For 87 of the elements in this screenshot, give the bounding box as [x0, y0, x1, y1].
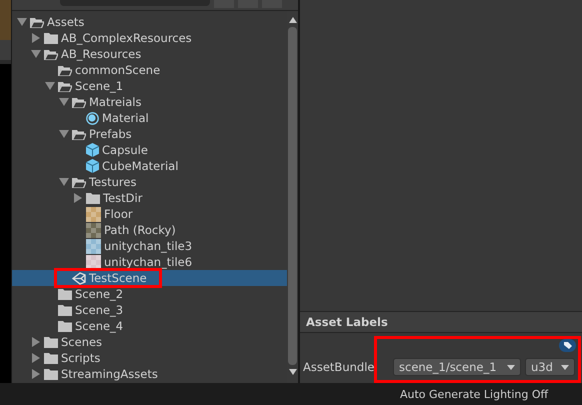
- caret-icon: [561, 364, 569, 370]
- folder-icon: [44, 48, 58, 60]
- collapsed-arrow-icon[interactable]: [74, 193, 82, 203]
- item-label: Matreials: [89, 95, 142, 109]
- folder-icon: [44, 352, 58, 364]
- item-label: StreamingAssets: [61, 367, 158, 381]
- tree-item[interactable]: TestScene: [12, 270, 287, 286]
- collapsed-arrow-icon[interactable]: [32, 337, 40, 347]
- item-label: Scene_2: [75, 287, 124, 301]
- item-label: AB_ComplexResources: [61, 31, 192, 45]
- expanded-arrow-icon[interactable]: [31, 50, 41, 58]
- asset-labels-header: Asset Labels: [300, 311, 582, 333]
- tree-item[interactable]: Scenes: [12, 334, 287, 350]
- expanded-arrow-icon[interactable]: [45, 82, 55, 90]
- folder-icon: [58, 80, 72, 92]
- scene-icon: [72, 272, 86, 284]
- scroll-up-icon[interactable]: [288, 17, 296, 23]
- tree-item[interactable]: unitychan_tile3: [12, 238, 287, 254]
- item-label: Scene_4: [75, 319, 124, 333]
- tree-item[interactable]: Assets: [12, 14, 287, 30]
- folder-icon: [58, 64, 72, 76]
- scroll-down-icon[interactable]: [288, 369, 296, 375]
- item-label: Material: [102, 111, 149, 125]
- collapsed-arrow-icon[interactable]: [32, 33, 40, 43]
- tag-icon[interactable]: [559, 339, 576, 352]
- item-label: CubeMaterial: [102, 159, 178, 173]
- tree-item[interactable]: Scene_1: [12, 78, 287, 94]
- item-label: Capsule: [102, 143, 148, 157]
- folder-icon: [72, 128, 86, 140]
- tree-item[interactable]: Scene_4: [12, 318, 287, 334]
- folder-icon: [30, 16, 44, 28]
- expanded-arrow-icon[interactable]: [59, 98, 69, 106]
- item-label: Testures: [89, 175, 136, 189]
- folder-icon: [44, 368, 58, 380]
- expanded-arrow-icon[interactable]: [59, 178, 69, 186]
- sphere-icon: [86, 112, 99, 124]
- tree-item[interactable]: unitychan_tile6: [12, 254, 287, 270]
- tree-item[interactable]: Capsule: [12, 142, 287, 158]
- folder-icon: [58, 288, 72, 300]
- item-label: Path (Rocky): [104, 223, 176, 237]
- variant-dropdown[interactable]: u3d: [525, 358, 575, 376]
- folder-icon: [72, 176, 86, 188]
- item-label: unitychan_tile6: [104, 255, 192, 269]
- item-label: unitychan_tile3: [104, 239, 192, 253]
- tree-item[interactable]: StreamingAssets: [12, 366, 287, 382]
- collapsed-arrow-icon[interactable]: [32, 369, 40, 379]
- item-label: AB_Resources: [61, 47, 142, 61]
- item-label: Scene_1: [75, 79, 124, 93]
- asset-bundle-label: AssetBundle: [303, 360, 376, 374]
- tree-item[interactable]: commonScene: [12, 62, 287, 78]
- folder-icon: [58, 320, 72, 332]
- folder-icon: [86, 192, 100, 204]
- tree-item[interactable]: Prefabs: [12, 126, 287, 142]
- item-label: TestScene: [89, 271, 147, 285]
- item-label: Prefabs: [89, 127, 132, 141]
- tree-item[interactable]: Scripts: [12, 350, 287, 366]
- folder-icon: [44, 336, 58, 348]
- item-label: Assets: [47, 15, 84, 29]
- expanded-arrow-icon[interactable]: [59, 130, 69, 138]
- scroll-thumb[interactable]: [288, 27, 297, 365]
- tree-item[interactable]: Scene_2: [12, 286, 287, 302]
- tree-item[interactable]: Path (Rocky): [12, 222, 287, 238]
- folder-icon: [58, 304, 72, 316]
- item-label: commonScene: [75, 63, 160, 77]
- item-label: Floor: [104, 207, 133, 221]
- cube-icon: [86, 143, 99, 157]
- expanded-arrow-icon[interactable]: [17, 18, 27, 26]
- tree-item[interactable]: Scene_3: [12, 302, 287, 318]
- cube-icon: [86, 159, 99, 173]
- tree-item[interactable]: Material: [12, 110, 287, 126]
- folder-icon: [44, 32, 58, 44]
- tree-item[interactable]: Testures: [12, 174, 287, 190]
- tree-item[interactable]: AB_ComplexResources: [12, 30, 287, 46]
- status-text: Auto Generate Lighting Off: [400, 388, 548, 400]
- tree-item[interactable]: TestDir: [12, 190, 287, 206]
- caret-icon: [507, 364, 515, 370]
- tree-item[interactable]: AB_Resources: [12, 46, 287, 62]
- tree-item[interactable]: CubeMaterial: [12, 158, 287, 174]
- item-label: TestDir: [103, 191, 142, 205]
- folder-icon: [72, 96, 86, 108]
- asset-bundle-dropdown[interactable]: scene_1/scene_1: [393, 358, 521, 376]
- item-label: Scenes: [61, 335, 102, 349]
- tree-item[interactable]: Matreials: [12, 94, 287, 110]
- item-label: Scene_3: [75, 303, 124, 317]
- tree-item[interactable]: Floor: [12, 206, 287, 222]
- item-label: Scripts: [61, 351, 100, 365]
- collapsed-arrow-icon[interactable]: [32, 353, 40, 363]
